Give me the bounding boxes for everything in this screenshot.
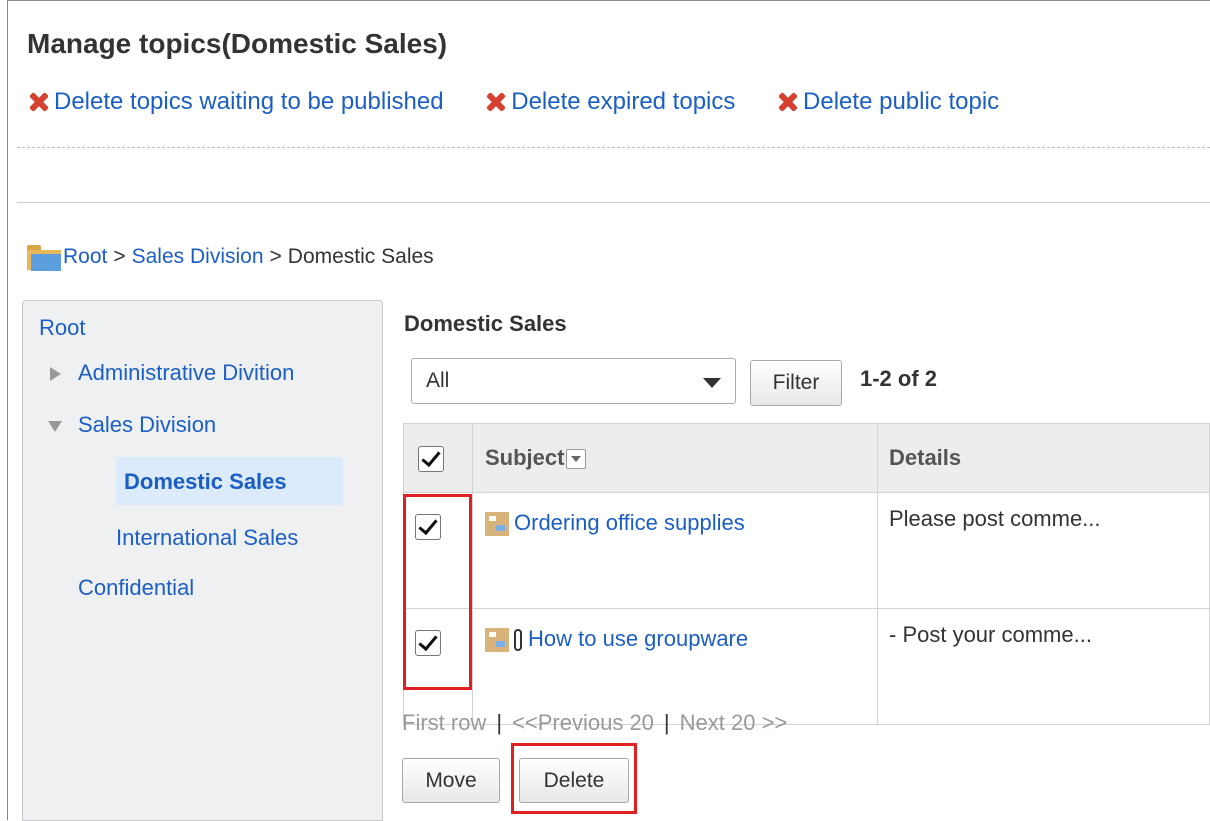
table-row: Ordering office supplies Please post com… xyxy=(403,492,1210,609)
move-button[interactable]: Move xyxy=(402,758,500,803)
folder-icon xyxy=(27,243,61,271)
subject-header[interactable]: Subject xyxy=(472,423,878,493)
topic-icon xyxy=(485,628,509,653)
breadcrumb-sales-division[interactable]: Sales Division xyxy=(132,245,264,269)
table-header-row: Subject Details xyxy=(403,423,1210,493)
subject-header-label: Subject xyxy=(485,445,565,470)
pager-separator: | xyxy=(663,710,670,735)
delete-public-topics-link[interactable]: Delete public topic xyxy=(776,88,999,116)
filter-button[interactable]: Filter xyxy=(750,360,842,406)
page-title: Manage topics(Domestic Sales) xyxy=(27,28,448,59)
action-label: Delete topics waiting to be published xyxy=(54,88,444,115)
attachment-icon xyxy=(514,629,522,652)
breadcrumb-current: Domestic Sales xyxy=(287,245,434,268)
filter-select-value: All xyxy=(426,369,450,392)
delete-x-icon xyxy=(27,90,51,114)
breadcrumb-separator: > xyxy=(113,245,126,268)
action-label: Delete expired topics xyxy=(511,88,736,115)
subject-cell: Ordering office supplies xyxy=(472,492,878,609)
pager-previous: <<Previous 20 xyxy=(512,710,654,735)
pager-next: Next 20 >> xyxy=(679,710,788,735)
sidebar-item-confidential[interactable]: Confidential xyxy=(78,575,194,601)
sidebar-item-root[interactable]: Root xyxy=(39,315,85,341)
sidebar-item-domestic-sales[interactable]: Domestic Sales xyxy=(124,469,287,495)
delete-x-icon xyxy=(484,90,508,114)
details-cell: - Post your comme... xyxy=(877,608,1210,725)
details-header: Details xyxy=(877,423,1210,493)
dashed-divider xyxy=(17,147,1210,148)
details-cell: Please post comme... xyxy=(877,492,1210,609)
breadcrumb: Root > Sales Division > Domestic Sales xyxy=(27,243,434,271)
pager-separator: | xyxy=(496,710,503,735)
delete-waiting-topics-link[interactable]: Delete topics waiting to be published xyxy=(27,88,444,116)
sidebar-item-administrative-divition[interactable]: Administrative Divition xyxy=(78,360,294,386)
filter-select[interactable]: All xyxy=(411,358,736,404)
category-tree: Root Administrative Divition Sales Divis… xyxy=(22,300,383,821)
select-all-checkbox[interactable] xyxy=(418,446,444,473)
sidebar-item-sales-division[interactable]: Sales Division xyxy=(78,412,216,438)
pagination: First row | <<Previous 20 | Next 20 >> xyxy=(402,710,787,736)
expand-arrow-icon[interactable] xyxy=(50,367,61,381)
collapse-arrow-icon[interactable] xyxy=(48,421,62,432)
pager-first-row: First row xyxy=(402,710,487,735)
delete-x-icon xyxy=(776,90,800,114)
breadcrumb-root[interactable]: Root xyxy=(63,245,107,269)
result-count: 1-2 of 2 xyxy=(860,366,938,391)
sort-dropdown-icon[interactable] xyxy=(566,449,587,470)
topic-link[interactable]: How to use groupware xyxy=(528,626,748,651)
action-bar: Delete topics waiting to be published De… xyxy=(27,88,1033,121)
select-all-header xyxy=(403,423,473,493)
divider xyxy=(17,202,1210,203)
section-title: Domestic Sales xyxy=(404,311,567,336)
sidebar-item-international-sales[interactable]: International Sales xyxy=(116,525,298,551)
topics-table: Subject Details Ordering office supplies… xyxy=(403,423,1210,725)
breadcrumb-separator: > xyxy=(269,245,282,268)
chevron-down-icon xyxy=(703,378,721,388)
action-label: Delete public topic xyxy=(803,88,1000,115)
subject-cell: How to use groupware xyxy=(472,608,878,725)
table-row: How to use groupware - Post your comme..… xyxy=(403,608,1210,725)
topic-link[interactable]: Ordering office supplies xyxy=(514,510,745,535)
checkbox-highlight-box xyxy=(403,494,472,690)
details-header-label: Details xyxy=(889,445,962,470)
topic-icon xyxy=(485,512,509,537)
delete-highlight-box xyxy=(511,743,637,814)
delete-expired-topics-link[interactable]: Delete expired topics xyxy=(484,88,735,116)
